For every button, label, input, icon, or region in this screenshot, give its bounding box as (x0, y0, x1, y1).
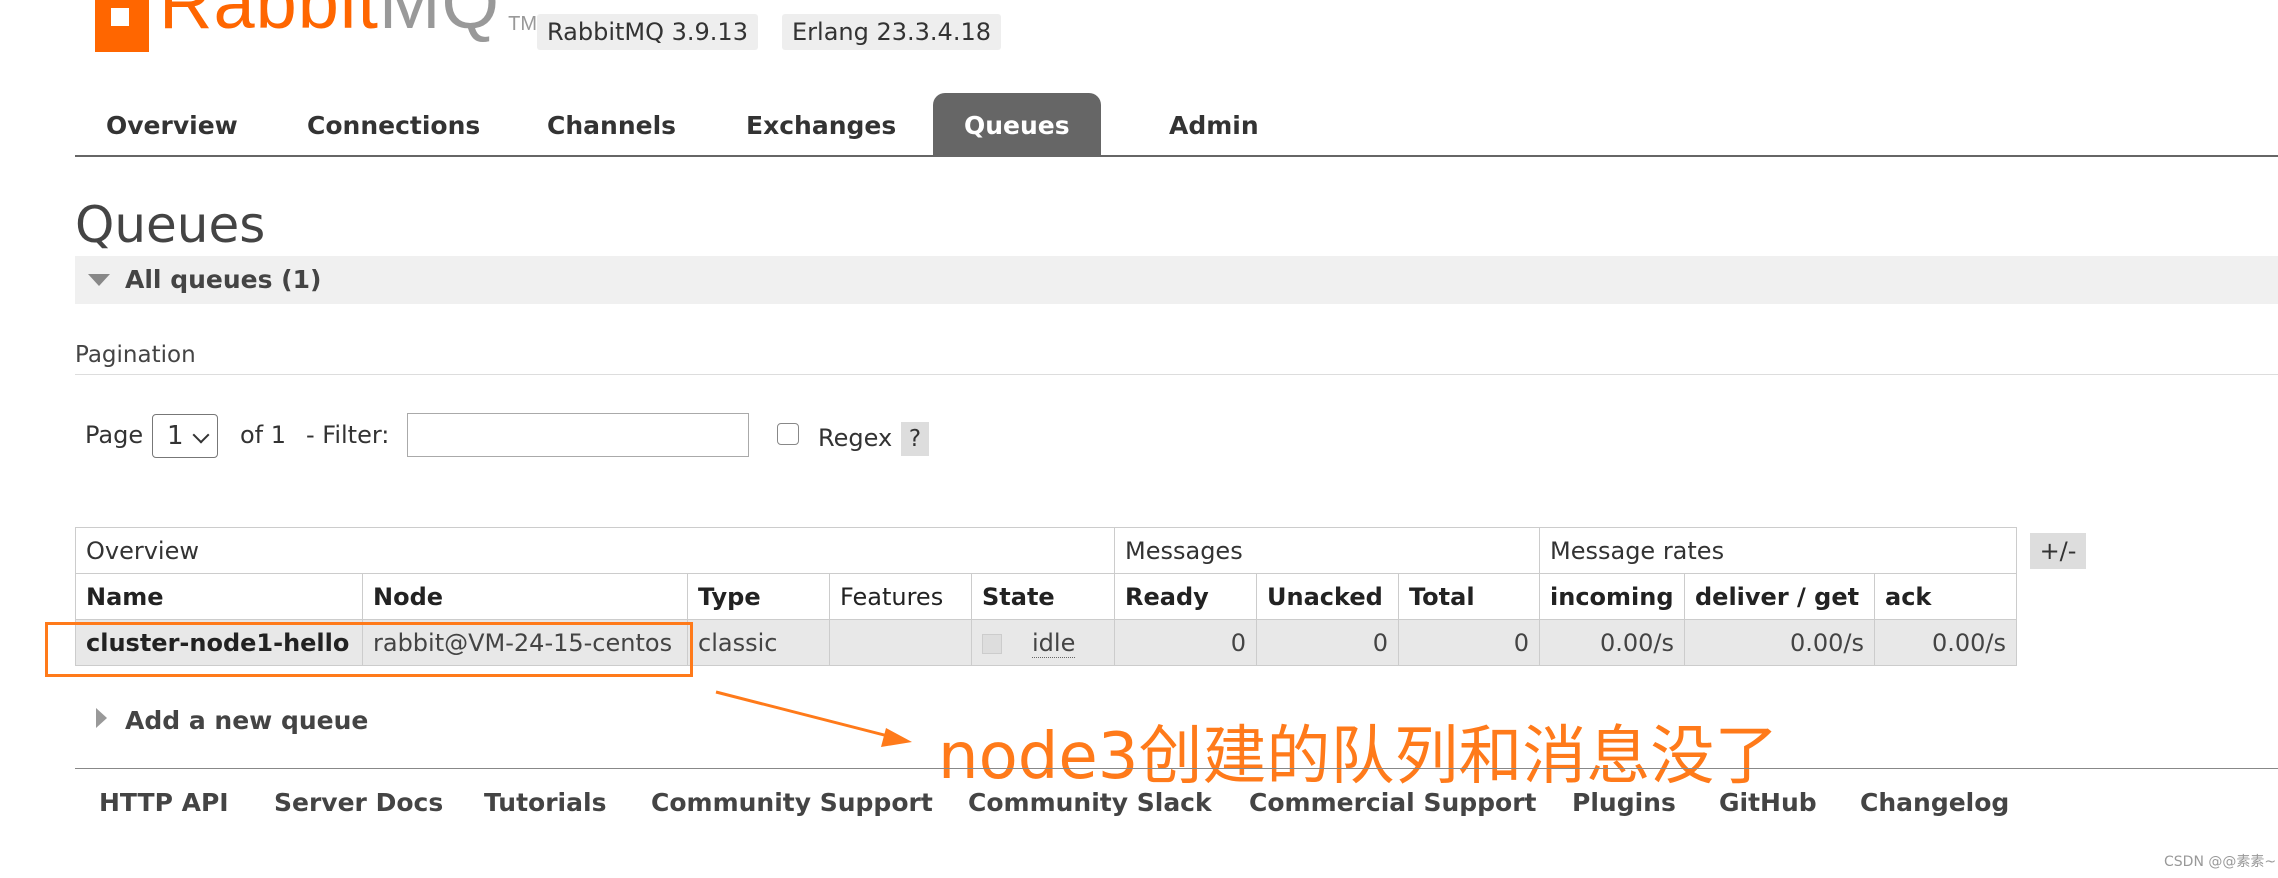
footer-link-tutorials[interactable]: Tutorials (484, 788, 606, 817)
footer-link-community-support[interactable]: Community Support (651, 788, 933, 817)
watermark: CSDN @@素素~ (2164, 854, 2277, 870)
footer-link-community-slack[interactable]: Community Slack (968, 788, 1212, 817)
footer-link-plugins[interactable]: Plugins (1572, 788, 1676, 817)
footer-link-commercial-support[interactable]: Commercial Support (1249, 788, 1537, 817)
footer-link-github[interactable]: GitHub (1719, 788, 1817, 817)
annotation-text: node3创建的队列和消息没了 (938, 720, 1779, 794)
footer-divider (75, 768, 2278, 769)
footer-link-http-api[interactable]: HTTP API (99, 788, 229, 817)
footer-link-server-docs[interactable]: Server Docs (274, 788, 443, 817)
footer-link-changelog[interactable]: Changelog (1860, 788, 2009, 817)
